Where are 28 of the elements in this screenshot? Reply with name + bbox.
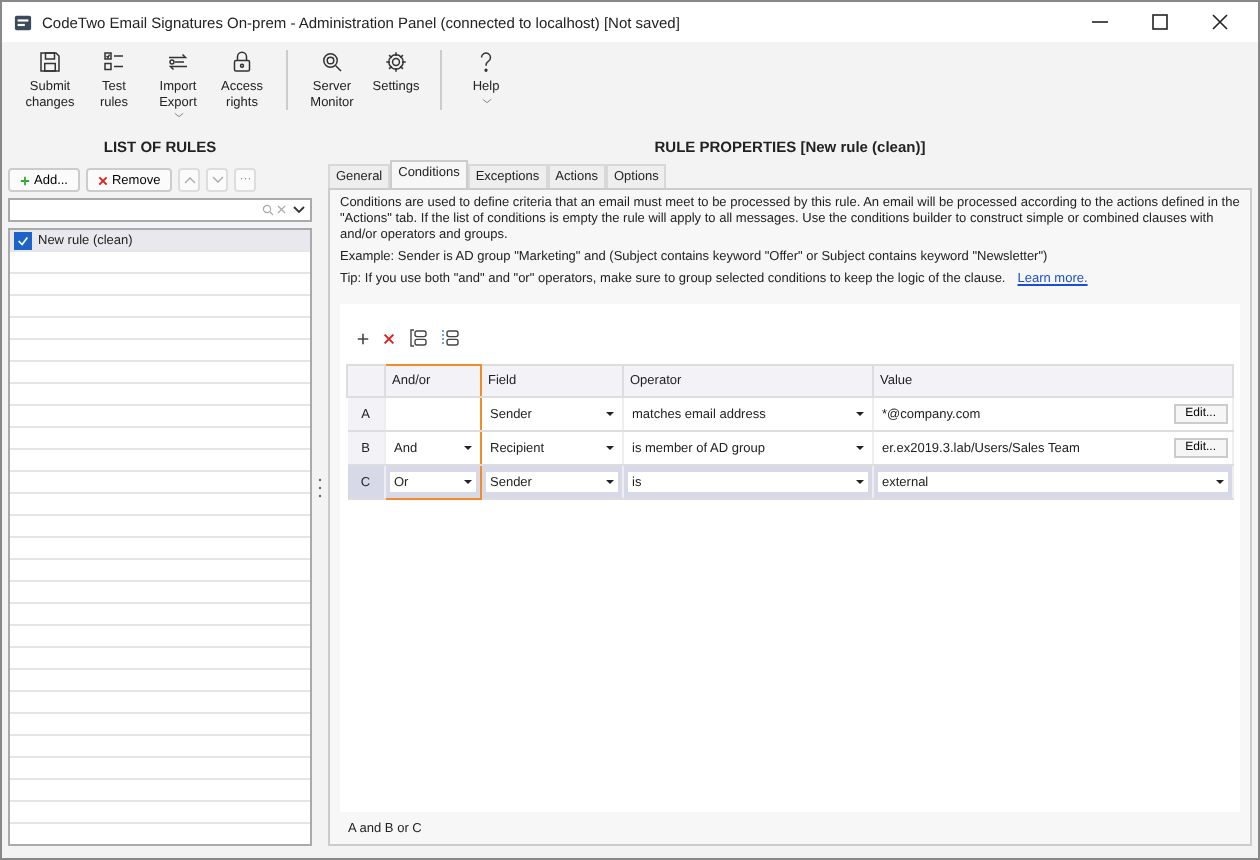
checkbox[interactable]: [14, 231, 32, 249]
dropdown-arrow-icon: [856, 446, 864, 450]
ungroup-icon[interactable]: [440, 328, 460, 348]
app-icon: [14, 13, 32, 31]
dropdown-arrow-icon: [856, 412, 864, 416]
group-icon[interactable]: [408, 328, 428, 348]
chevron-up-icon: [183, 176, 196, 184]
arrows-icon: [166, 50, 190, 74]
add-icon[interactable]: [356, 331, 370, 345]
checklist-icon: [102, 50, 126, 74]
chevron-down-icon: [211, 176, 224, 184]
delete-icon[interactable]: [382, 331, 396, 345]
dropdown-arrow-icon: [856, 480, 864, 484]
dropdown-arrow-icon: [464, 480, 472, 484]
dropdown-arrow-icon: [1216, 480, 1224, 484]
dropdown-arrow-icon: [606, 446, 614, 450]
maximize-icon[interactable]: [1150, 12, 1170, 32]
close-icon[interactable]: [1210, 12, 1230, 32]
search-icon: [320, 50, 344, 74]
plus-icon: [20, 175, 30, 185]
search-field[interactable]: [8, 198, 312, 222]
dropdown-arrow-icon: [464, 446, 472, 450]
delete-icon: [97, 175, 108, 185]
dropdown-arrow-icon: [606, 480, 614, 484]
floppy-icon: [38, 50, 62, 74]
dropdown-arrow-icon: [606, 412, 614, 416]
settings-icon: [384, 50, 408, 74]
padlock-icon: [230, 50, 254, 74]
